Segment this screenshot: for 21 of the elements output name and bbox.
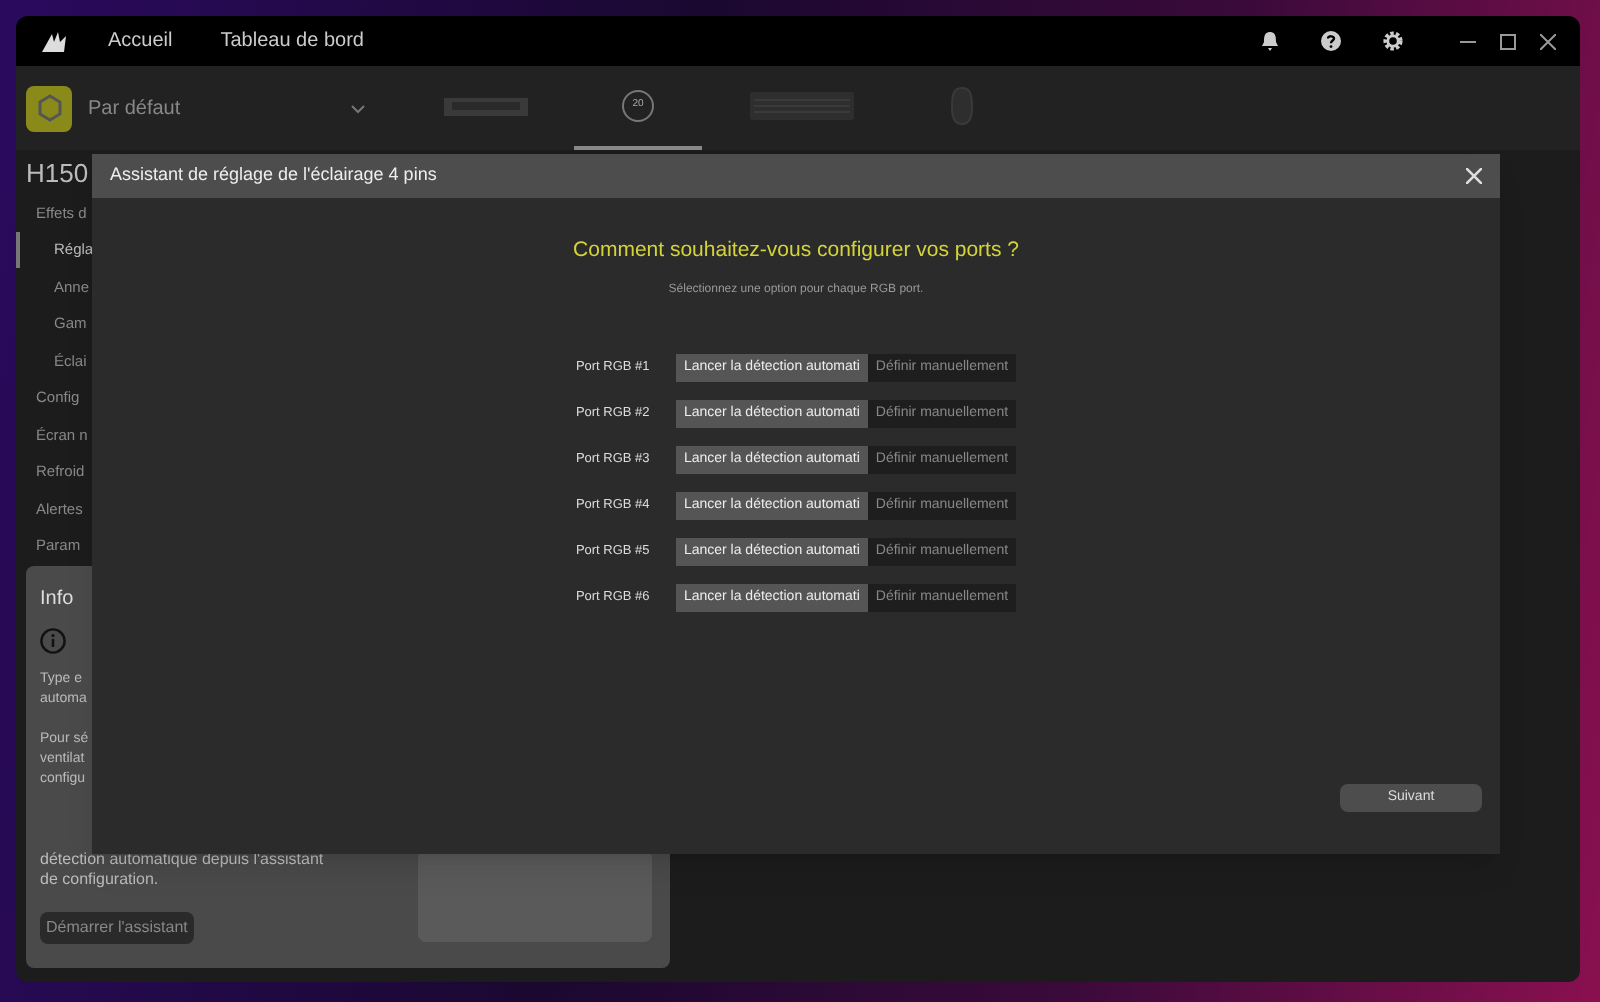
nav-link[interactable]: Accueil (108, 26, 173, 56)
help-icon[interactable] (1320, 30, 1342, 52)
settings-icon[interactable] (1382, 30, 1404, 52)
info-icon (40, 628, 66, 654)
maximize-icon[interactable] (1500, 33, 1516, 49)
close-icon[interactable] (1540, 33, 1556, 49)
mouse-icon (950, 86, 974, 126)
profile-name[interactable]: Par défaut (88, 93, 181, 123)
dialog-heading: Comment souhaitez-vous configurer vos ports ? (573, 236, 1019, 266)
nav-link[interactable]: Tableau de bord (220, 26, 364, 56)
memory-module-icon (444, 95, 528, 117)
chevron-down-icon[interactable] (350, 103, 366, 113)
sail-logo-icon (40, 29, 68, 53)
bell-icon[interactable] (1260, 30, 1280, 52)
info-text: détection automatique depuis l'assistant (40, 850, 324, 870)
device-title: H150 (26, 156, 89, 190)
keyboard-icon (750, 92, 854, 120)
info-title: Info (40, 586, 74, 614)
start-assistant-button[interactable]: Démarrer l'assistant (40, 912, 194, 944)
info-text: de configuration. (40, 870, 159, 890)
dialog-title: Assistant de réglage de l'éclairage 4 pins (110, 162, 437, 189)
